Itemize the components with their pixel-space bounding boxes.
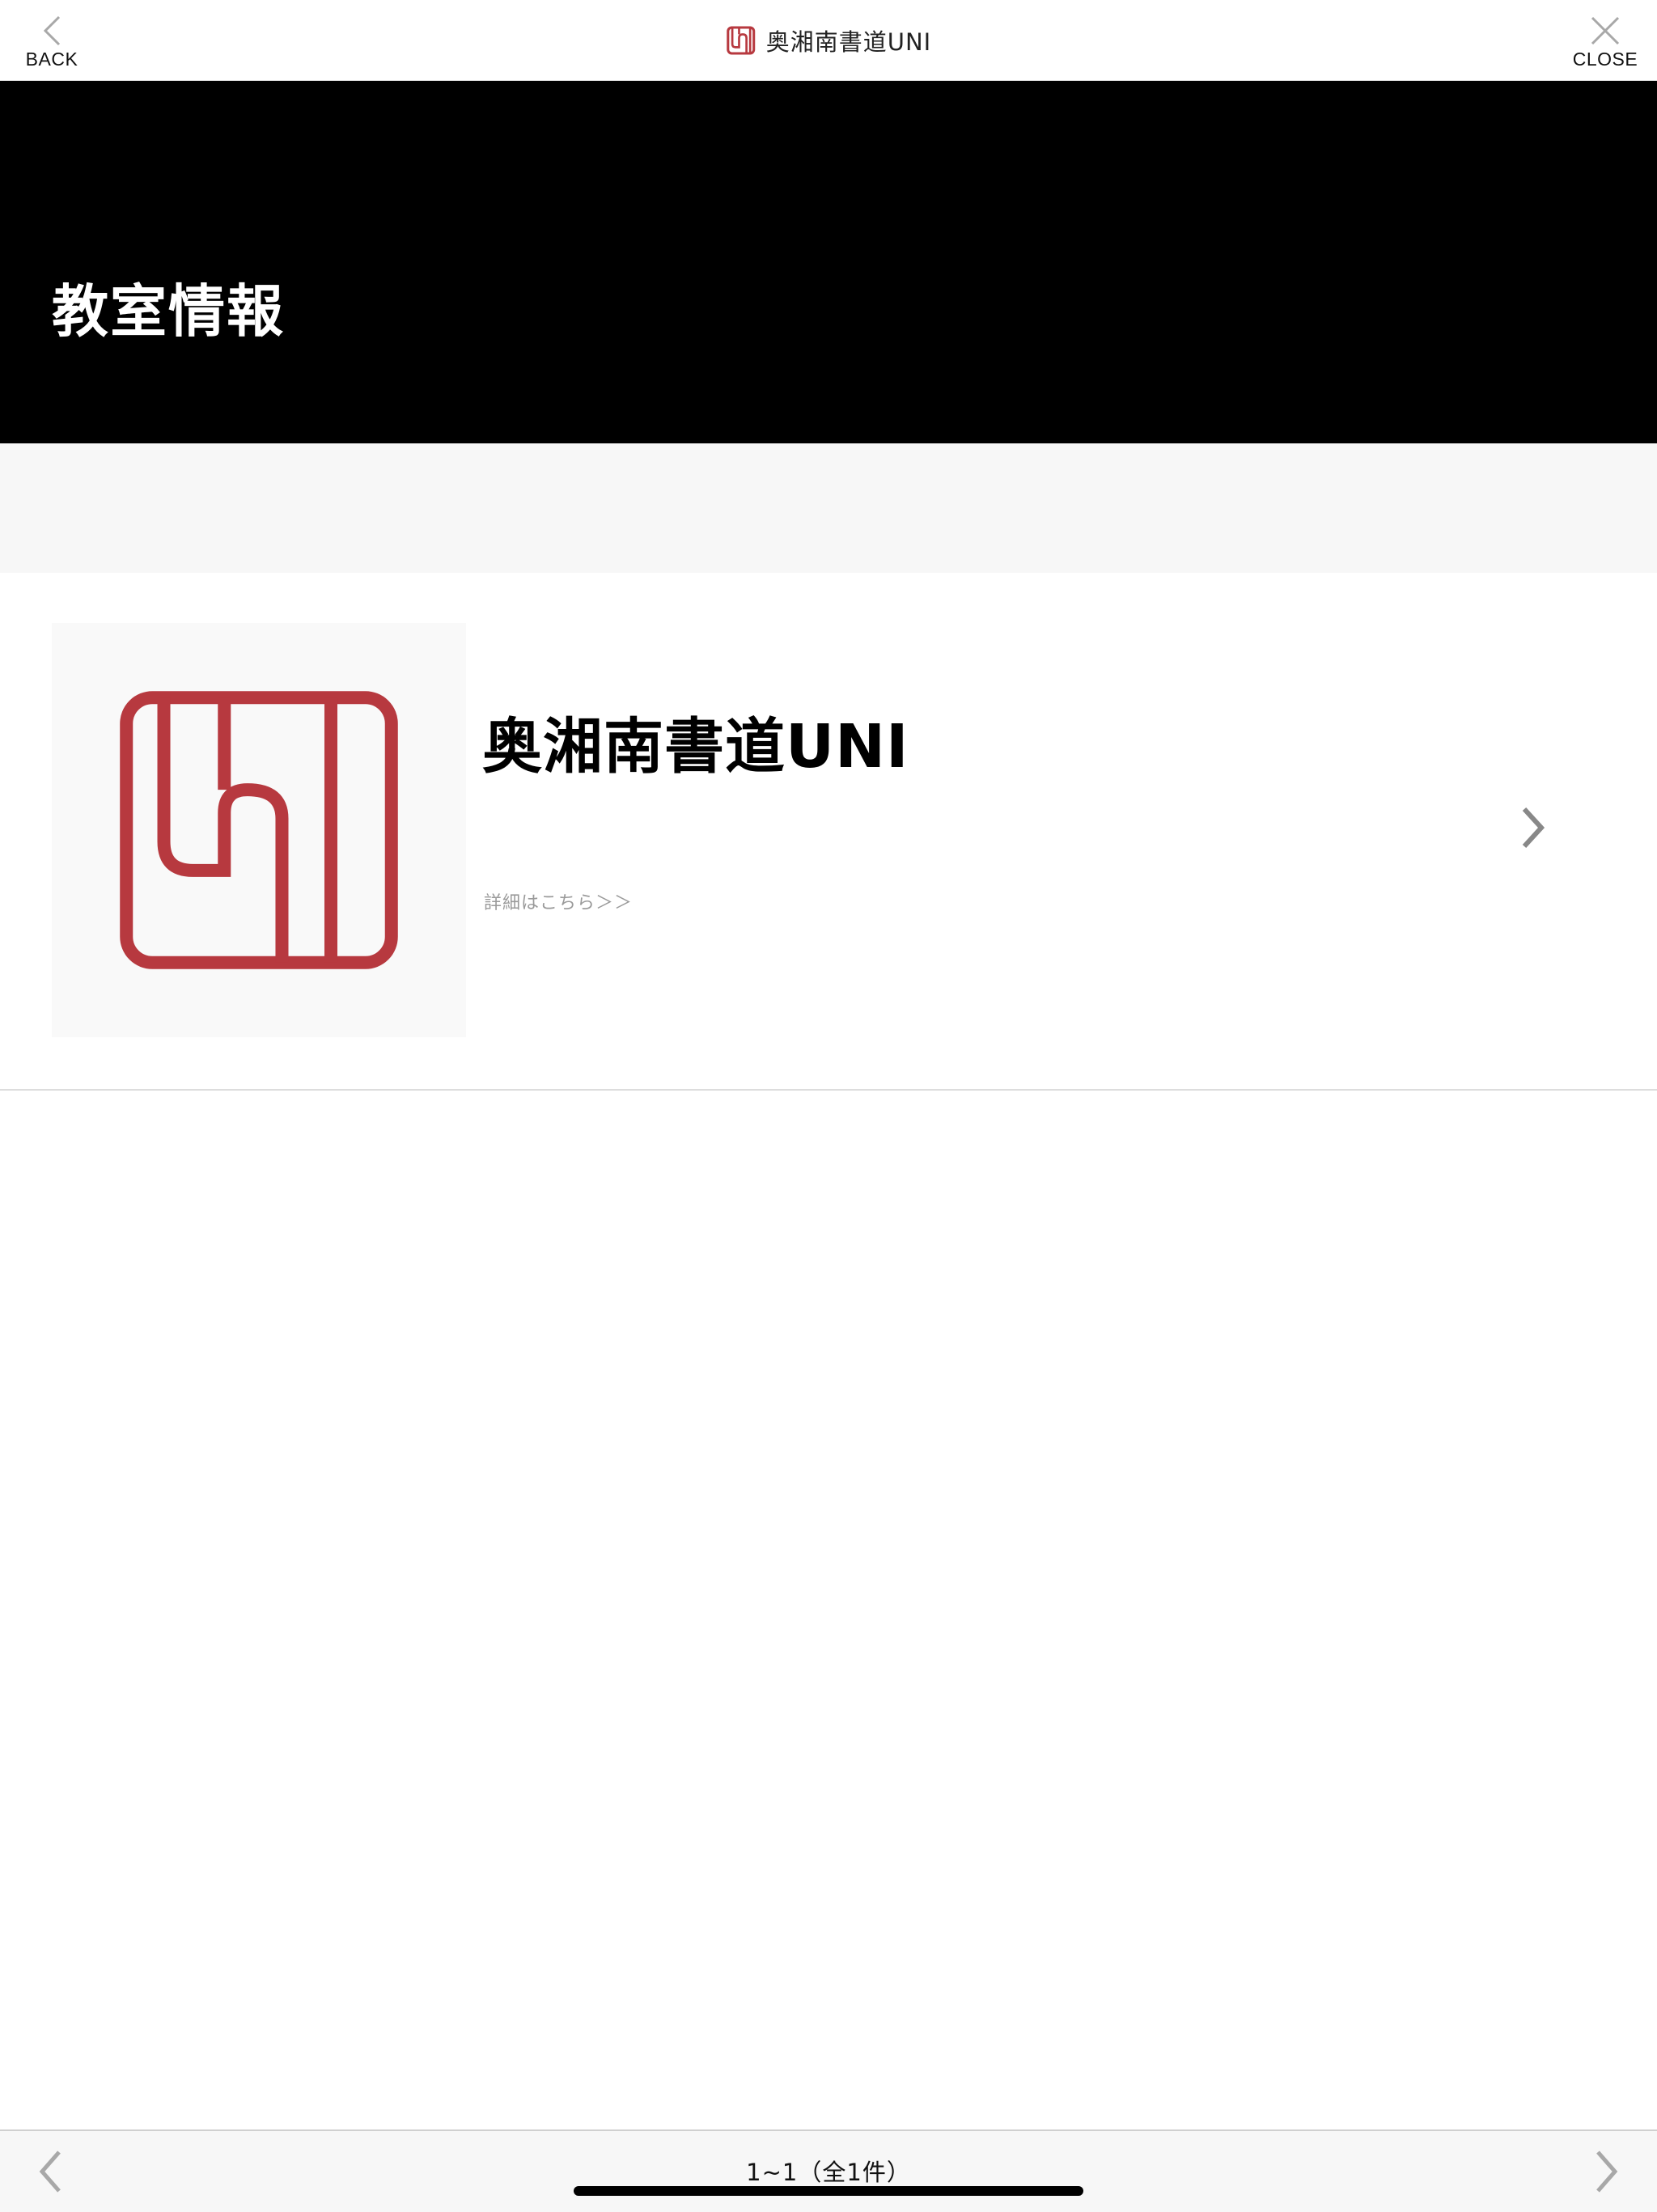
page-title: 教室情報 — [52, 278, 285, 345]
close-button[interactable]: CLOSE — [1557, 0, 1654, 80]
chevron-right-icon — [1522, 807, 1545, 849]
top-nav-bar: BACK 奥湘南書道UNI CLOSE — [0, 0, 1657, 81]
chevron-right-icon — [1596, 2151, 1618, 2193]
chevron-left-icon — [43, 15, 61, 46]
home-indicator[interactable] — [574, 2186, 1083, 2196]
details-link[interactable]: 詳細はこちら＞＞ — [484, 888, 633, 914]
back-button[interactable]: BACK — [3, 0, 100, 80]
next-page-button[interactable] — [1566, 2131, 1647, 2212]
list-item[interactable]: 奥湘南書道UNI 詳細はこちら＞＞ — [0, 573, 1657, 1091]
close-x-icon — [1591, 16, 1620, 45]
pager-bar: 1~1（全1件） — [0, 2129, 1657, 2212]
pager-info: 1~1（全1件） — [746, 2159, 911, 2186]
school-logo-icon — [726, 24, 756, 57]
hero-banner: 教室情報 — [0, 81, 1657, 443]
brand-logo: 奥湘南書道UNI — [726, 22, 931, 59]
back-label: BACK — [25, 49, 78, 70]
school-logo-icon — [120, 691, 398, 969]
item-thumbnail — [52, 623, 466, 1037]
section-spacer — [0, 443, 1657, 573]
close-label: CLOSE — [1572, 49, 1638, 70]
item-title: 奥湘南書道UNI — [482, 712, 909, 782]
brand-name: 奥湘南書道UNI — [765, 28, 932, 56]
